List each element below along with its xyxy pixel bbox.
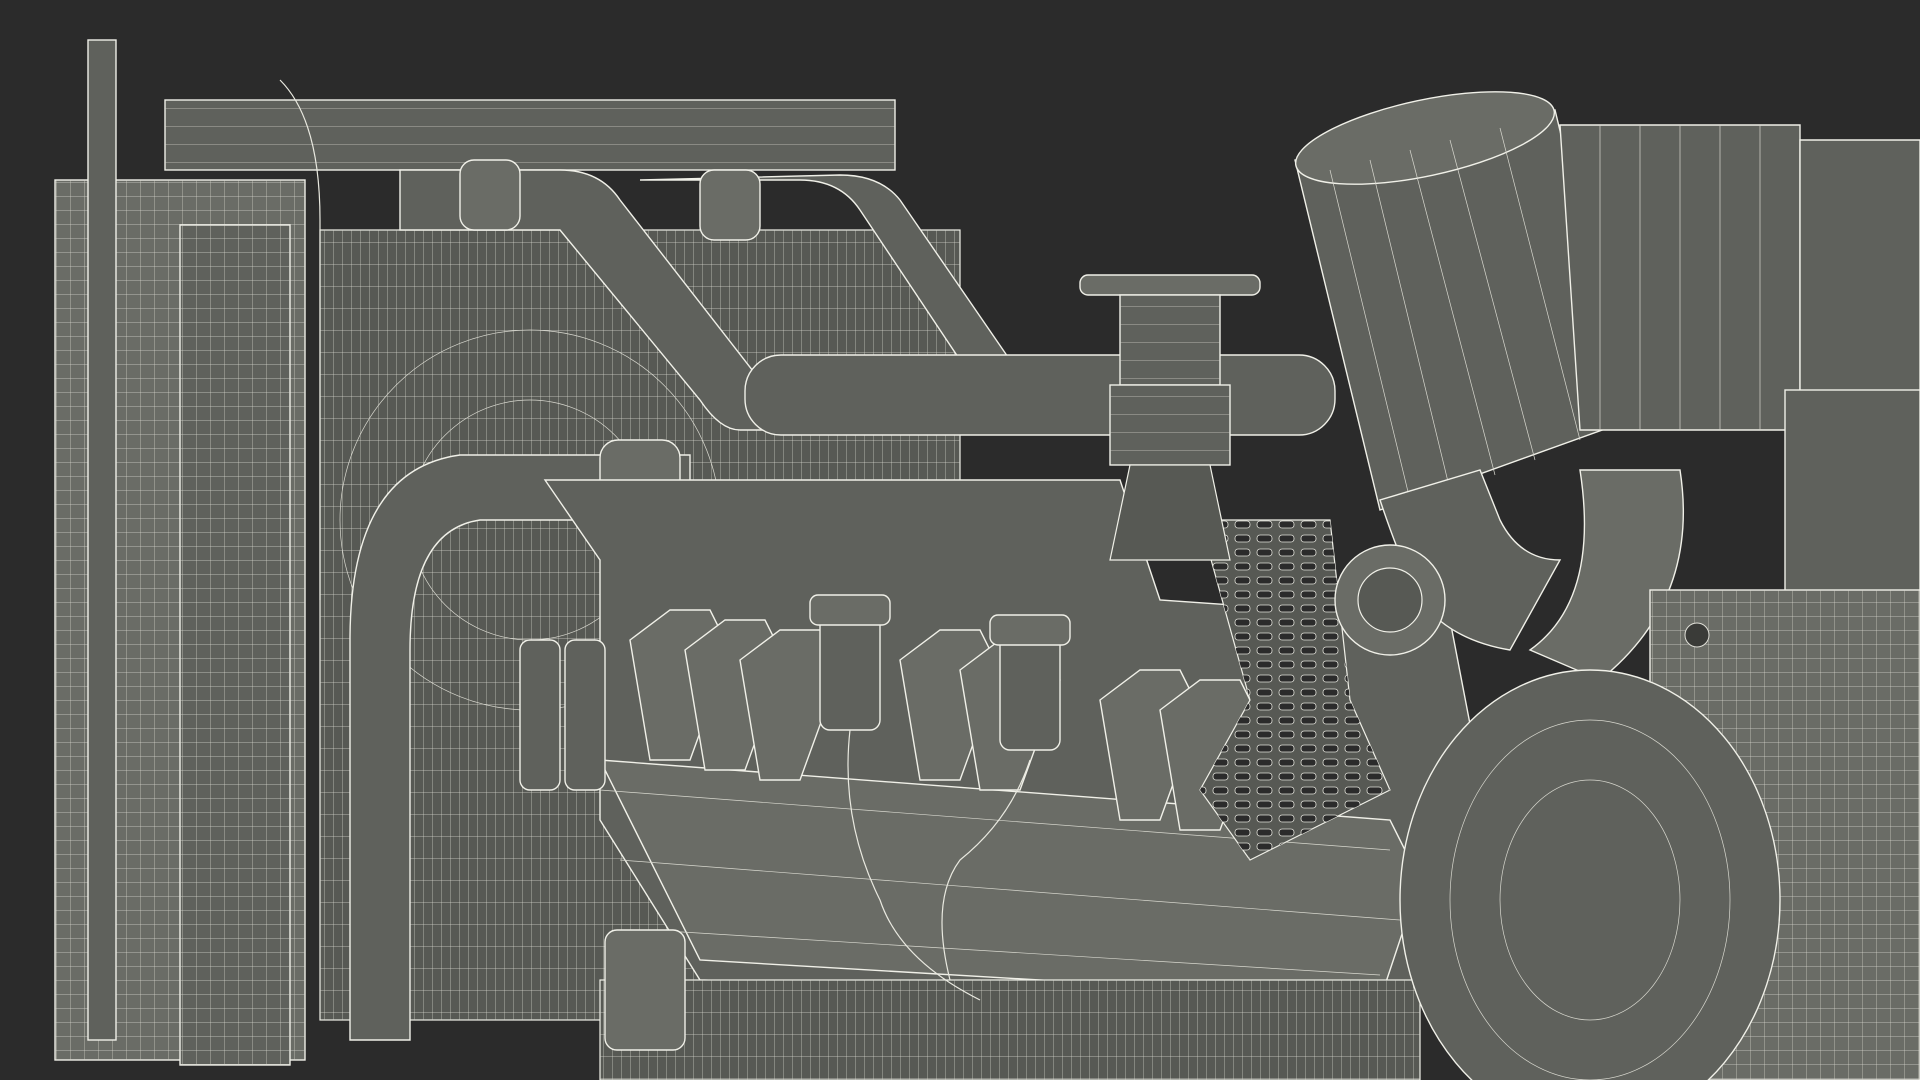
engine-wireframe-render	[0, 0, 1920, 1080]
air-filter-second	[1559, 124, 1920, 431]
